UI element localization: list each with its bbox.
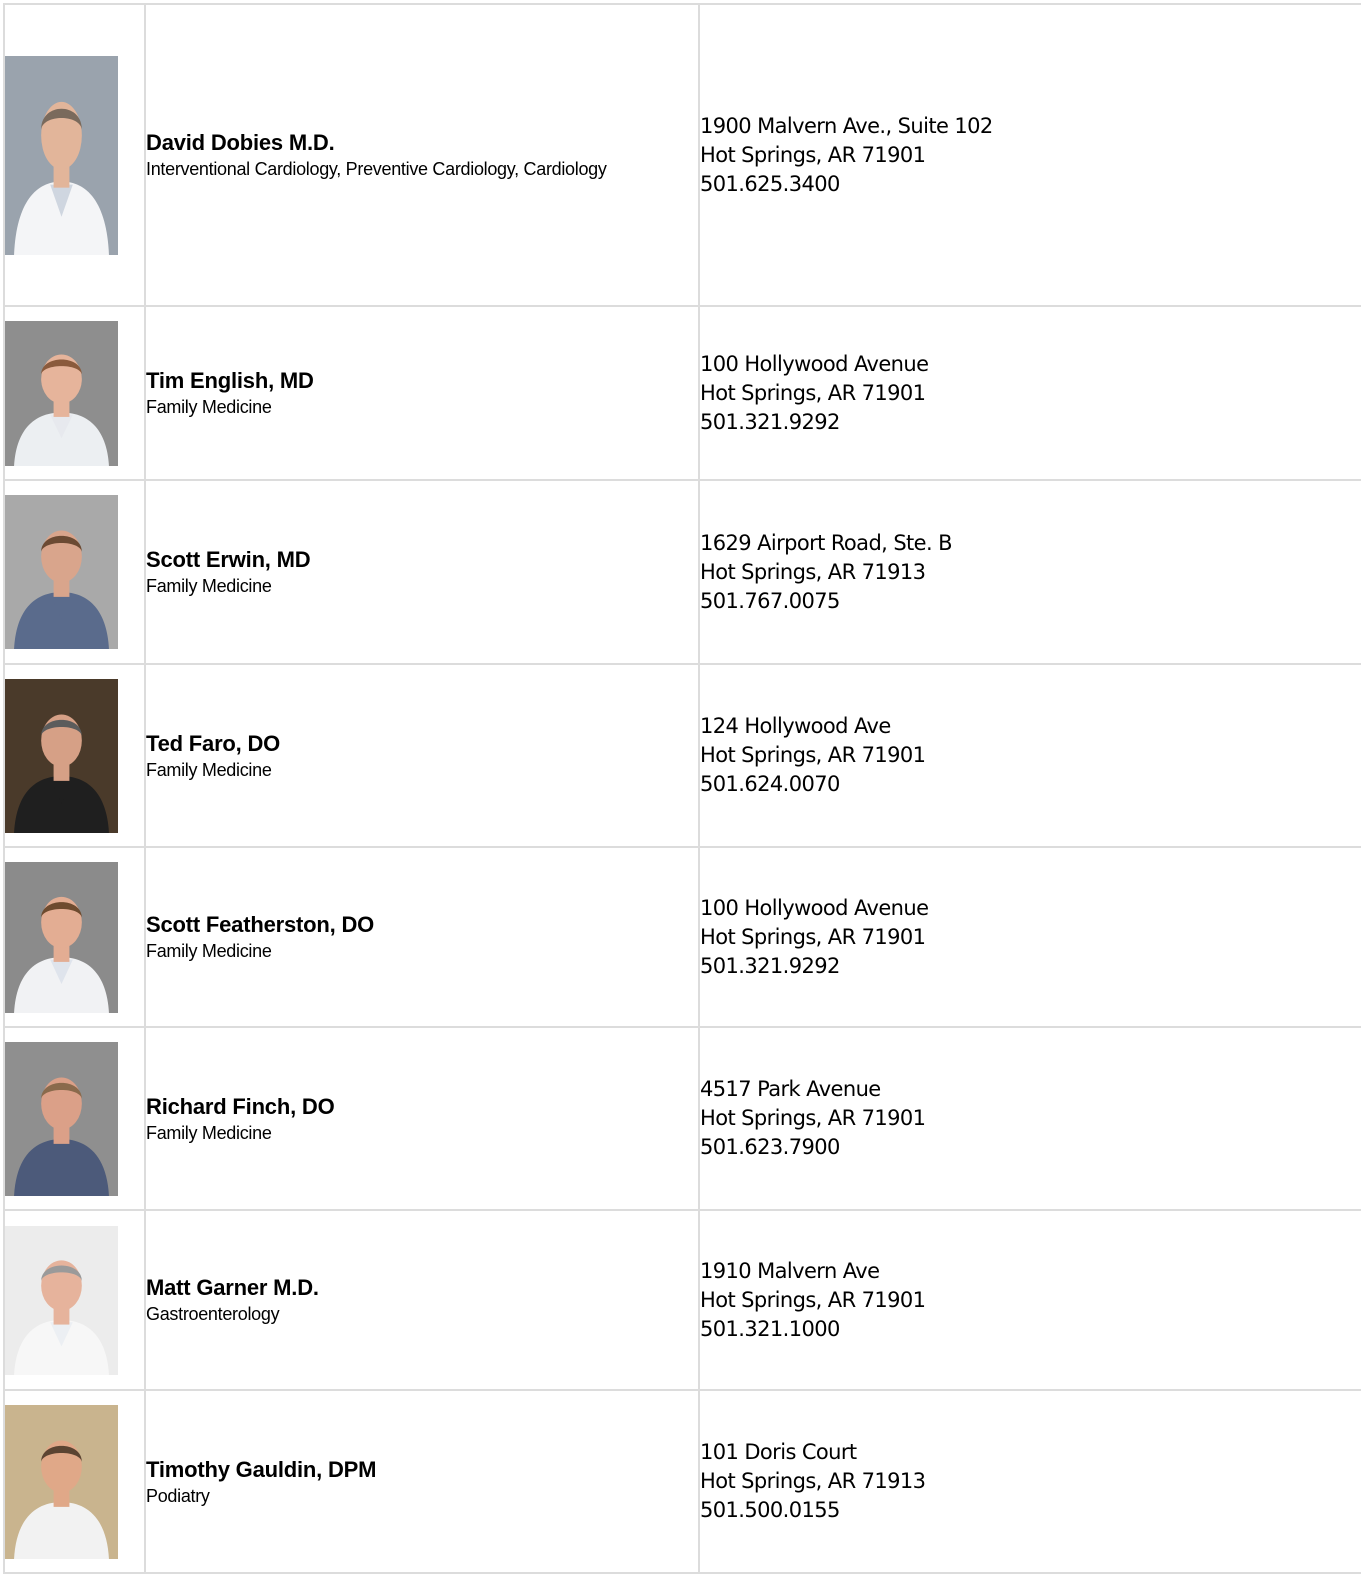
table-row: Richard Finch, DO Family Medicine 4517 P…	[3, 1026, 1361, 1211]
address-city: Hot Springs, AR 71913	[700, 1469, 926, 1493]
provider-photo[interactable]	[5, 678, 118, 833]
table-row: Ted Faro, DO Family Medicine 124 Hollywo…	[3, 663, 1361, 848]
address-street: 1629 Airport Road, Ste. B	[700, 530, 953, 555]
photo-cell	[3, 1389, 146, 1574]
provider-name[interactable]: Matt Garner M.D.	[146, 1274, 698, 1302]
address-cell: 1629 Airport Road, Ste. B Hot Springs, A…	[698, 479, 1361, 665]
provider-info-cell: Tim English, MD Family Medicine	[144, 305, 700, 481]
phone-number[interactable]: 501.500.0155	[700, 1496, 1361, 1525]
phone-number[interactable]: 501.321.1000	[700, 1315, 1361, 1344]
phone-number[interactable]: 501.321.9292	[700, 952, 1361, 981]
address-city: Hot Springs, AR 71901	[700, 380, 926, 405]
photo-cell	[3, 3, 146, 307]
portrait-icon	[5, 495, 118, 649]
provider-specialty: Family Medicine	[146, 759, 272, 780]
provider-info-cell: David Dobies M.D. Interventional Cardiol…	[144, 3, 700, 307]
portrait-icon	[5, 678, 118, 833]
photo-cell	[3, 1209, 146, 1391]
portrait-icon	[5, 55, 118, 255]
address-street: 124 Hollywood Ave	[700, 714, 891, 738]
portrait-icon	[5, 861, 118, 1013]
portrait-icon	[5, 1404, 118, 1559]
provider-photo[interactable]	[5, 1041, 118, 1196]
provider-name[interactable]: Ted Faro, DO	[146, 730, 698, 758]
provider-info-cell: Timothy Gauldin, DPM Podiatry	[144, 1389, 700, 1574]
address-cell: 1910 Malvern Ave Hot Springs, AR 71901 5…	[698, 1209, 1361, 1391]
table-row: Matt Garner M.D. Gastroenterology 1910 M…	[3, 1209, 1361, 1391]
provider-name[interactable]: Tim English, MD	[146, 367, 698, 395]
provider-name[interactable]: Scott Erwin, MD	[146, 546, 698, 574]
provider-info-cell: Scott Erwin, MD Family Medicine	[144, 479, 700, 665]
provider-specialty: Family Medicine	[146, 397, 272, 417]
address-cell: 100 Hollywood Avenue Hot Springs, AR 719…	[698, 846, 1361, 1028]
provider-name[interactable]: Timothy Gauldin, DPM	[146, 1456, 698, 1484]
provider-photo[interactable]	[5, 495, 118, 649]
table-row: Scott Erwin, MD Family Medicine 1629 Air…	[3, 479, 1361, 665]
provider-photo[interactable]	[5, 55, 118, 255]
provider-info-cell: Richard Finch, DO Family Medicine	[144, 1026, 700, 1211]
table-row: Timothy Gauldin, DPM Podiatry 101 Doris …	[3, 1389, 1361, 1574]
phone-number[interactable]: 501.624.0070	[700, 770, 1361, 799]
provider-specialty: Interventional Cardiology, Preventive Ca…	[146, 159, 607, 179]
photo-cell	[3, 846, 146, 1028]
address-street: 4517 Park Avenue	[700, 1077, 881, 1101]
address-cell: 1900 Malvern Ave., Suite 102 Hot Springs…	[698, 3, 1361, 307]
phone-number[interactable]: 501.625.3400	[700, 170, 1361, 199]
address-cell: 100 Hollywood Avenue Hot Springs, AR 719…	[698, 305, 1361, 481]
portrait-icon	[5, 1225, 118, 1375]
address-city: Hot Springs, AR 71901	[700, 924, 926, 949]
phone-number[interactable]: 501.767.0075	[700, 587, 1361, 616]
table-row: Scott Featherston, DO Family Medicine 10…	[3, 846, 1361, 1028]
provider-specialty: Family Medicine	[146, 576, 272, 596]
provider-directory-table: David Dobies M.D. Interventional Cardiol…	[3, 3, 1361, 1574]
address-street: 101 Doris Court	[700, 1440, 857, 1464]
provider-specialty: Family Medicine	[146, 1122, 272, 1143]
address-street: 100 Hollywood Avenue	[700, 351, 929, 376]
address-cell: 101 Doris Court Hot Springs, AR 71913 50…	[698, 1389, 1361, 1574]
table-row: David Dobies M.D. Interventional Cardiol…	[3, 3, 1361, 307]
photo-cell	[3, 305, 146, 481]
address-cell: 124 Hollywood Ave Hot Springs, AR 71901 …	[698, 663, 1361, 848]
table-row: Tim English, MD Family Medicine 100 Holl…	[3, 305, 1361, 481]
provider-photo[interactable]	[5, 1404, 118, 1559]
address-cell: 4517 Park Avenue Hot Springs, AR 71901 5…	[698, 1026, 1361, 1211]
portrait-icon	[5, 1041, 118, 1196]
provider-name[interactable]: David Dobies M.D.	[146, 129, 698, 157]
provider-info-cell: Ted Faro, DO Family Medicine	[144, 663, 700, 848]
address-city: Hot Springs, AR 71901	[700, 1287, 926, 1312]
provider-name[interactable]: Scott Featherston, DO	[146, 911, 698, 939]
provider-specialty: Family Medicine	[146, 941, 272, 961]
provider-photo[interactable]	[5, 861, 118, 1013]
provider-specialty: Gastroenterology	[146, 1304, 280, 1324]
address-street: 100 Hollywood Avenue	[700, 895, 929, 920]
address-city: Hot Springs, AR 71901	[700, 743, 926, 767]
provider-info-cell: Matt Garner M.D. Gastroenterology	[144, 1209, 700, 1391]
provider-photo[interactable]	[5, 320, 118, 466]
photo-cell	[3, 663, 146, 848]
address-street: 1900 Malvern Ave., Suite 102	[700, 113, 993, 138]
photo-cell	[3, 1026, 146, 1211]
phone-number[interactable]: 501.321.9292	[700, 408, 1361, 437]
phone-number[interactable]: 501.623.7900	[700, 1133, 1361, 1162]
address-street: 1910 Malvern Ave	[700, 1258, 880, 1283]
provider-info-cell: Scott Featherston, DO Family Medicine	[144, 846, 700, 1028]
provider-photo[interactable]	[5, 1225, 118, 1375]
provider-specialty: Podiatry	[146, 1485, 210, 1506]
address-city: Hot Springs, AR 71901	[700, 142, 926, 167]
address-city: Hot Springs, AR 71901	[700, 1106, 926, 1130]
portrait-icon	[5, 320, 118, 466]
address-city: Hot Springs, AR 71913	[700, 559, 926, 584]
provider-name[interactable]: Richard Finch, DO	[146, 1093, 698, 1121]
photo-cell	[3, 479, 146, 665]
